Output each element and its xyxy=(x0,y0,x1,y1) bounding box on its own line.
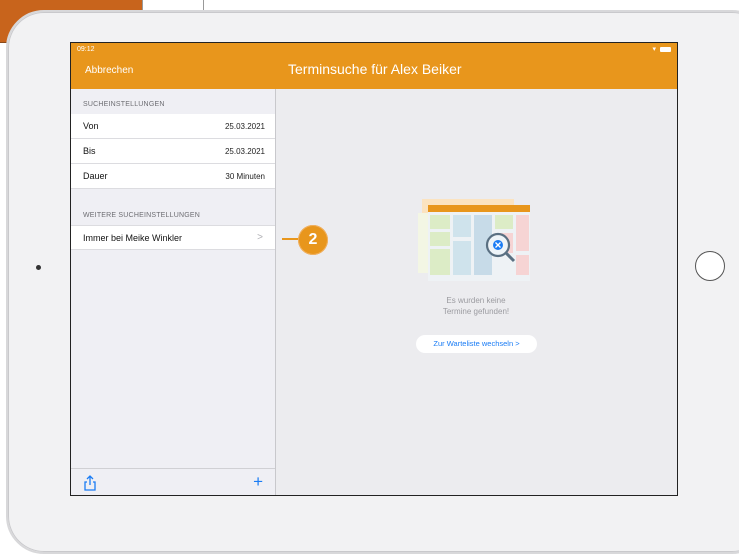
setting-row-bis[interactable]: Bis 25.03.2021 xyxy=(71,139,275,164)
status-icons: ▾ xyxy=(652,45,671,53)
chevron-right-icon: > xyxy=(257,232,263,243)
wifi-icon: ▾ xyxy=(652,46,656,53)
cancel-button[interactable]: Abbrechen xyxy=(85,65,133,76)
setting-value: 25.03.2021 xyxy=(224,147,265,156)
setting-row-meike-winkler[interactable]: Immer bei Meike Winkler > xyxy=(71,225,275,250)
share-icon[interactable] xyxy=(83,475,97,491)
app-screen: 09:12 ▾ Abbrechen Terminsuche für Alex B… xyxy=(70,42,678,496)
detail-pane: Es wurden keine Termine gefunden! Zur Wa… xyxy=(276,89,677,495)
battery-icon xyxy=(660,46,671,52)
waitlist-button[interactable]: Zur Warteliste wechseln > xyxy=(416,335,537,353)
page-title: Terminsuche für Alex Beiker xyxy=(288,61,462,77)
section-header-more-settings: WEITERE SUCHEINSTELLUNGEN xyxy=(83,212,201,219)
setting-label: Dauer xyxy=(83,171,108,181)
setting-label: Bis xyxy=(83,146,96,156)
home-button[interactable] xyxy=(695,251,725,281)
setting-row-dauer[interactable]: Dauer 30 Minuten xyxy=(71,164,275,189)
status-time: 09:12 xyxy=(77,46,95,53)
setting-value: 25.03.2021 xyxy=(224,122,265,131)
empty-calendar-illustration xyxy=(418,199,530,281)
setting-label: Immer bei Meike Winkler xyxy=(83,233,183,243)
add-icon[interactable]: + xyxy=(253,472,263,492)
empty-message-line: Termine gefunden! xyxy=(442,307,510,316)
camera-dot xyxy=(36,265,41,270)
setting-row-von[interactable]: Von 25.03.2021 xyxy=(71,114,275,139)
search-settings-sidebar: SUCHEINSTELLUNGEN Von 25.03.2021 Bis 25.… xyxy=(71,89,276,495)
callout-badge: 2 xyxy=(298,225,328,255)
sidebar-toolbar: + xyxy=(71,468,275,495)
setting-value: 30 Minuten xyxy=(225,172,265,181)
section-header-search-settings: SUCHEINSTELLUNGEN xyxy=(83,101,165,108)
empty-message-line: Es wurden keine xyxy=(446,296,506,305)
empty-state-message: Es wurden keine Termine gefunden! xyxy=(376,295,576,317)
setting-label: Von xyxy=(83,121,99,131)
navigation-bar: 09:12 ▾ Abbrechen Terminsuche für Alex B… xyxy=(71,43,677,89)
